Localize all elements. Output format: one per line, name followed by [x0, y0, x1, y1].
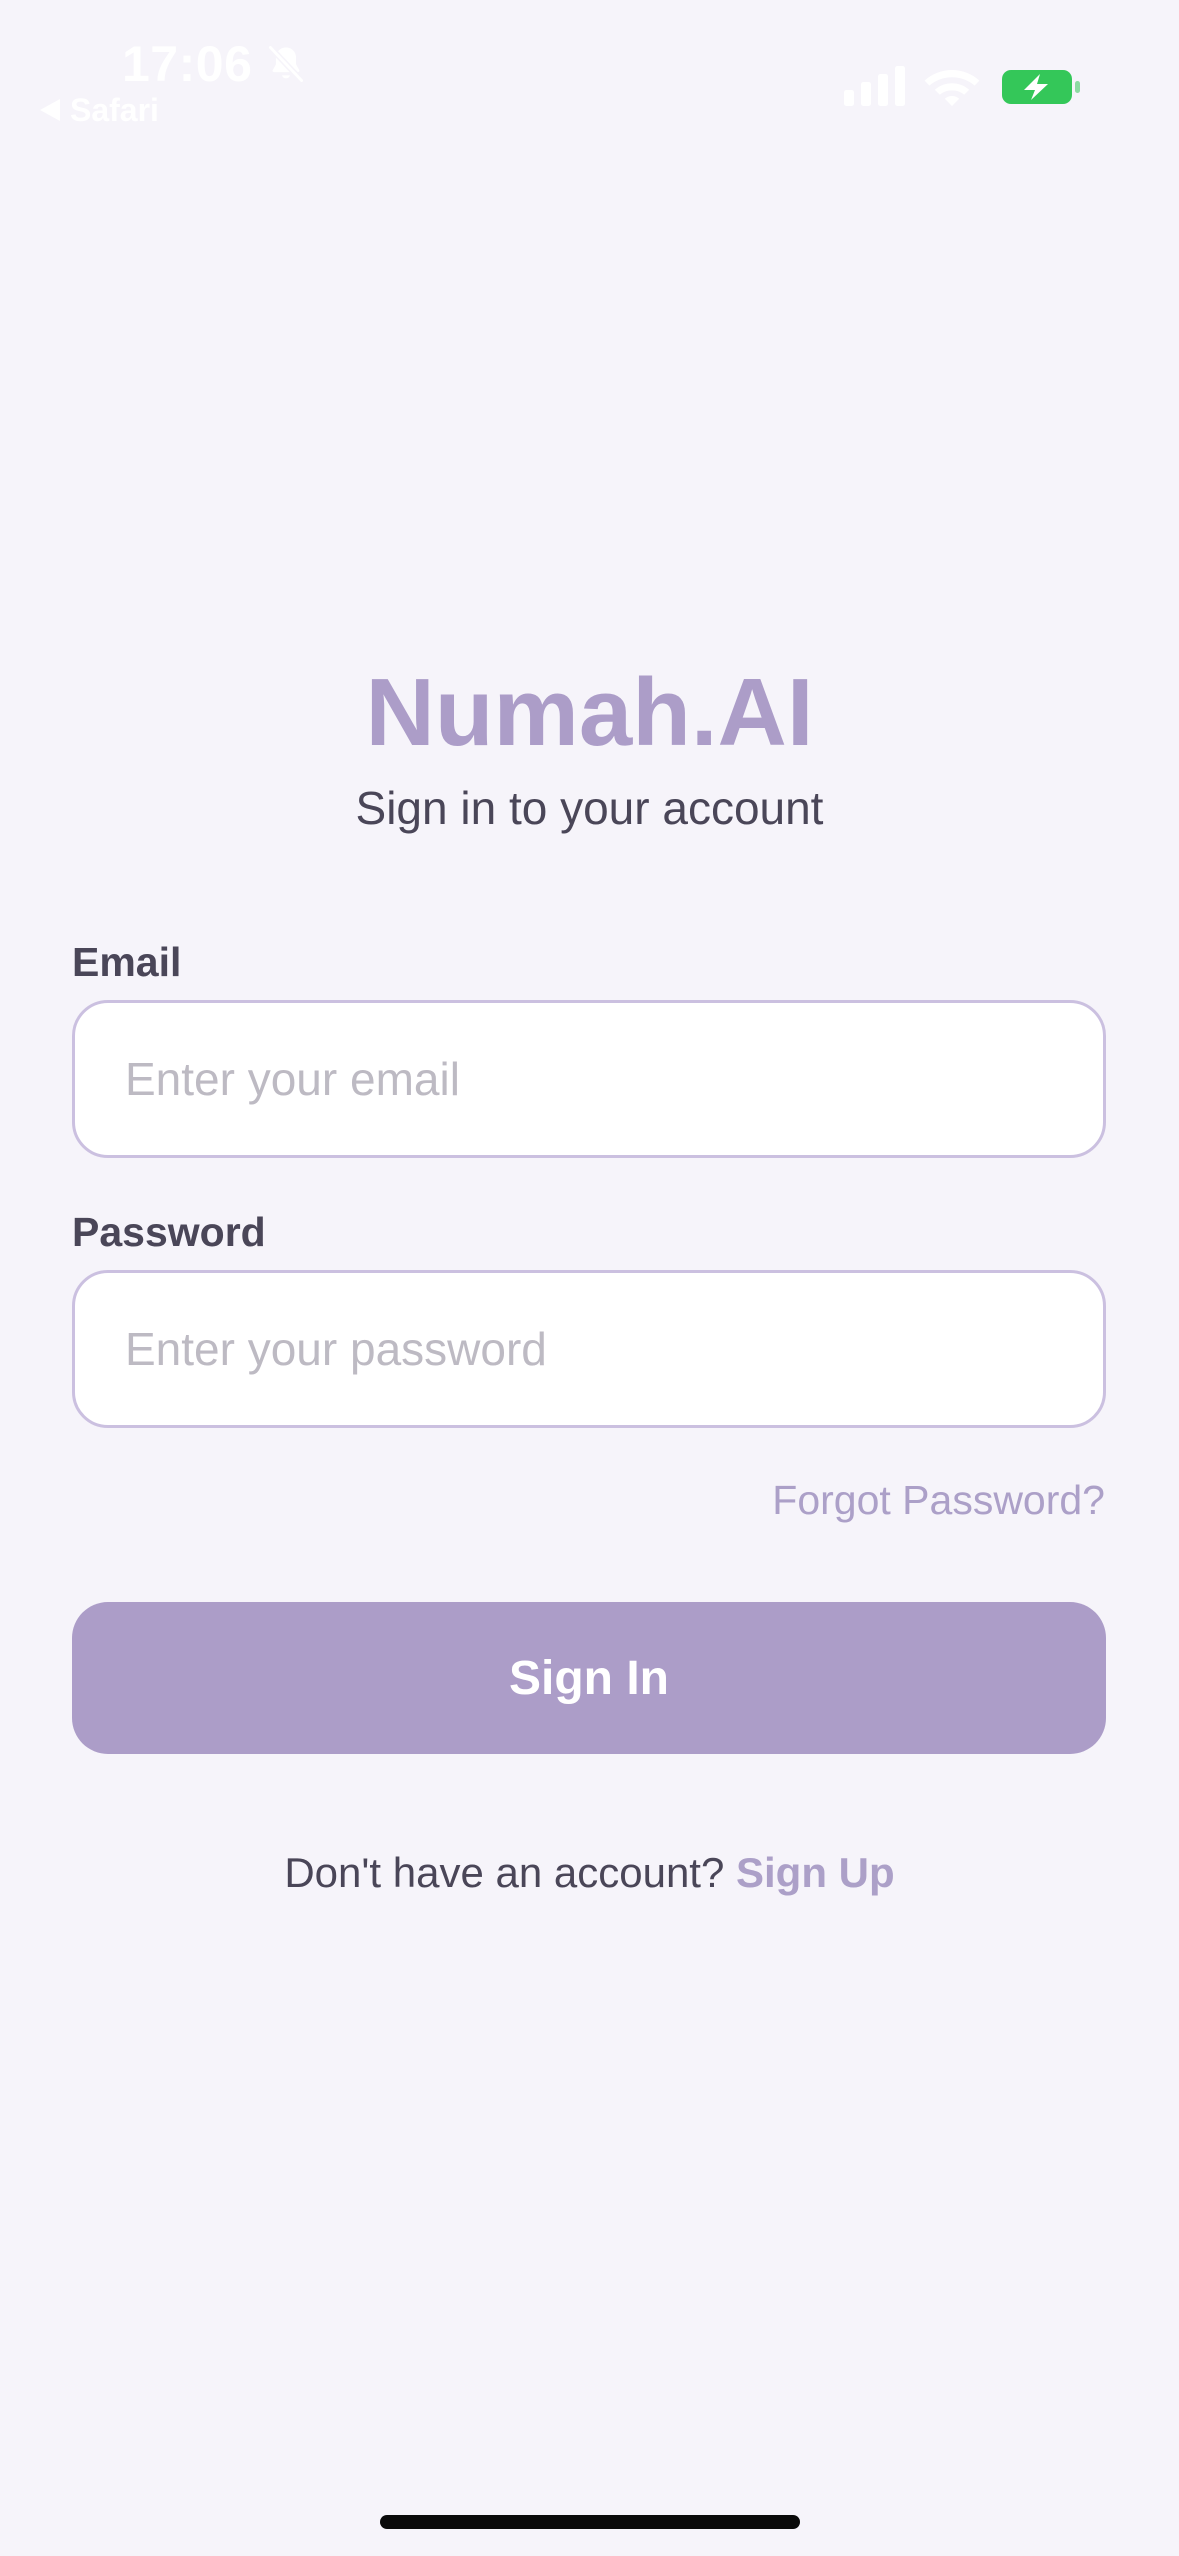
status-time: 17:06 [122, 36, 253, 92]
signup-prompt: Don't have an account? Sign Up [0, 1848, 1179, 1898]
battery-charging-icon [1002, 70, 1080, 104]
forgot-password-link[interactable]: Forgot Password? [772, 1476, 1105, 1524]
email-label: Email [72, 939, 182, 985]
bell-slash-icon [267, 44, 305, 84]
wifi-icon [924, 70, 980, 106]
back-label: Safari [70, 92, 159, 128]
back-arrow-icon [40, 99, 60, 121]
cellular-signal-icon [844, 66, 905, 106]
password-label: Password [72, 1209, 266, 1255]
sign-in-subtitle: Sign in to your account [355, 782, 824, 834]
email-input[interactable] [72, 1000, 1106, 1158]
back-to-safari-button[interactable]: Safari [40, 92, 159, 128]
app-title: Numah.AI [365, 659, 814, 766]
home-indicator[interactable] [380, 2515, 800, 2529]
sign-up-link[interactable]: Sign Up [736, 1849, 895, 1896]
password-input[interactable] [72, 1270, 1106, 1428]
sign-in-button[interactable]: Sign In [72, 1602, 1106, 1754]
signup-prompt-text: Don't have an account? [284, 1849, 736, 1896]
